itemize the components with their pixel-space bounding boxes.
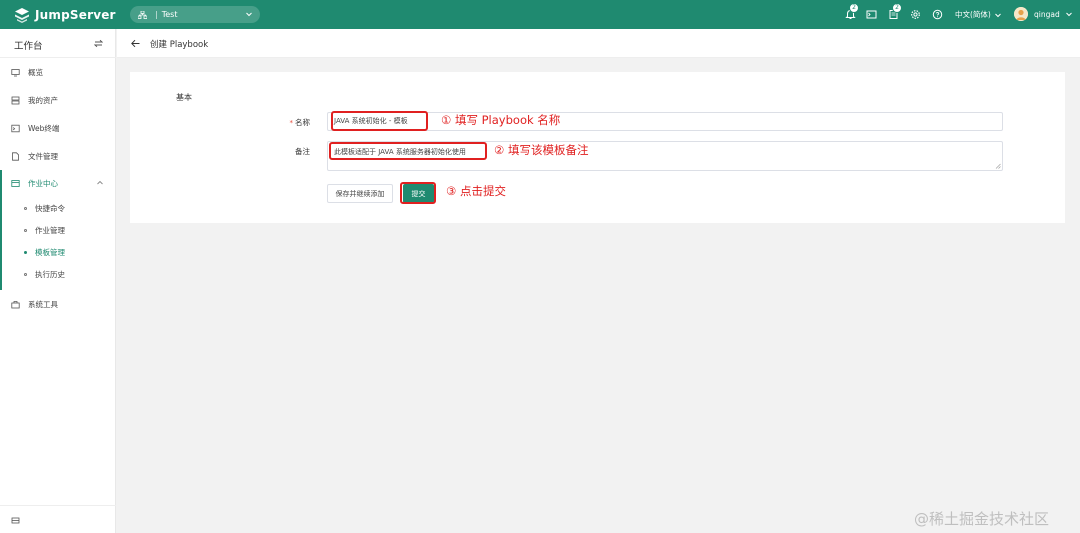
sidebar-item-my-assets[interactable]: 我的资产 xyxy=(0,90,116,110)
org-selector[interactable]: | Test xyxy=(130,6,260,23)
top-bar: JumpServer | Test 2 2 中文(简体) qingad xyxy=(0,0,1080,29)
highlight-name-box xyxy=(331,111,428,131)
help-icon xyxy=(932,9,943,20)
user-menu[interactable]: qingad xyxy=(1014,7,1073,21)
sidebar-item-label: 文件管理 xyxy=(28,151,58,161)
name-label-text: 名称 xyxy=(295,118,310,127)
jumpserver-logo-icon xyxy=(15,7,29,23)
annotation-step-3: ③ 点击提交 xyxy=(446,184,506,198)
highlight-comment-box xyxy=(329,142,487,160)
ticket-badge: 2 xyxy=(892,3,902,13)
org-icon xyxy=(138,10,147,19)
sidebar: 工作台 概览 我的资产 Web终端 文件管理 作业中心 快捷命令 作业管理 模板… xyxy=(0,29,116,533)
notification-button[interactable]: 2 xyxy=(845,3,859,20)
highlight-submit-box xyxy=(400,182,436,204)
section-title: 基本 xyxy=(176,93,192,102)
user-avatar-icon xyxy=(1014,7,1028,21)
help-button[interactable] xyxy=(932,9,943,20)
sidebar-subitem-label: 执行历史 xyxy=(35,269,65,279)
brand-logo[interactable]: JumpServer xyxy=(14,6,116,23)
page-title: 创建 Playbook xyxy=(150,40,209,50)
sidebar-item-web-terminal[interactable]: Web终端 xyxy=(0,118,116,138)
language-selector[interactable]: 中文(简体) xyxy=(955,9,1002,20)
annotation-step-2: ② 填写该模板备注 xyxy=(494,143,589,157)
collapse-sidebar-icon[interactable] xyxy=(11,516,20,525)
sidebar-item-job-center[interactable]: 作业中心 xyxy=(0,173,116,193)
file-icon xyxy=(12,151,19,161)
notification-badge: 2 xyxy=(849,3,859,13)
gear-icon xyxy=(911,10,920,19)
sidebar-subitem-label: 作业管理 xyxy=(35,225,65,235)
sidebar-item-overview[interactable]: 概览 xyxy=(0,62,116,82)
assets-icon xyxy=(11,96,20,104)
overview-icon xyxy=(11,68,20,76)
sidebar-subitem-execution-history[interactable]: 执行历史 xyxy=(0,265,116,283)
sidebar-subitem-template-management[interactable]: 模板管理 xyxy=(0,243,116,261)
sidebar-subitem-label: 快捷命令 xyxy=(35,203,65,213)
sidebar-item-label: 系统工具 xyxy=(28,299,58,309)
sidebar-item-label: Web终端 xyxy=(28,123,60,133)
sidebar-subitem-job-management[interactable]: 作业管理 xyxy=(0,221,116,239)
sidebar-item-system-tools[interactable]: 系统工具 xyxy=(0,294,116,314)
watermark: @稀土掘金技术社区 xyxy=(914,510,1050,528)
chevron-down-icon xyxy=(1065,12,1072,17)
sidebar-divider xyxy=(0,505,116,506)
resize-handle-icon[interactable] xyxy=(995,163,1001,169)
bullet-icon xyxy=(24,250,27,254)
sidebar-subitem-label: 模板管理 xyxy=(35,247,65,257)
sidebar-item-label: 概览 xyxy=(28,67,43,77)
save-and-continue-button[interactable]: 保存并继续添加 xyxy=(327,184,393,203)
terminal-icon xyxy=(866,10,877,19)
name-label: * 名称 xyxy=(250,117,311,128)
terminal-icon xyxy=(11,124,20,132)
annotation-step-1: ① 填写 Playbook 名称 xyxy=(441,113,561,127)
required-mark: * xyxy=(289,119,294,127)
name-input[interactable]: JAVA 系统初始化 - 模板 xyxy=(327,112,1003,131)
switch-view-icon[interactable] xyxy=(94,39,103,48)
org-name: Test xyxy=(161,10,178,19)
back-arrow-icon[interactable] xyxy=(130,38,141,49)
language-label: 中文(简体) xyxy=(955,10,991,19)
org-separator: | xyxy=(155,10,158,19)
username: qingad xyxy=(1034,9,1060,19)
sidebar-item-file-manager[interactable]: 文件管理 xyxy=(0,146,116,166)
sidebar-title: 工作台 xyxy=(14,41,43,52)
job-center-icon xyxy=(11,179,20,187)
sidebar-subitem-quick-command[interactable]: 快捷命令 xyxy=(0,199,116,217)
bullet-icon xyxy=(24,228,27,232)
sidebar-item-label: 作业中心 xyxy=(28,178,58,188)
tools-icon xyxy=(11,300,20,308)
page-header: 创建 Playbook xyxy=(117,29,1080,58)
avatar xyxy=(1014,7,1028,21)
sidebar-item-label: 我的资产 xyxy=(28,95,58,105)
form-card: 基本 * 名称 JAVA 系统初始化 - 模板 备注 此模板适配于 JAVA 系统… xyxy=(130,72,1065,223)
sidebar-divider xyxy=(0,57,116,58)
chevron-up-icon xyxy=(97,180,103,185)
ticket-button[interactable]: 2 xyxy=(888,3,902,20)
chevron-down-icon xyxy=(246,12,252,17)
bullet-icon xyxy=(24,206,27,210)
brand-name: JumpServer xyxy=(35,7,116,22)
bullet-icon xyxy=(24,272,27,276)
settings-button[interactable] xyxy=(910,9,921,20)
chevron-down-icon xyxy=(995,13,1001,17)
web-terminal-button[interactable] xyxy=(866,9,877,20)
comment-label: 备注 xyxy=(295,147,310,156)
